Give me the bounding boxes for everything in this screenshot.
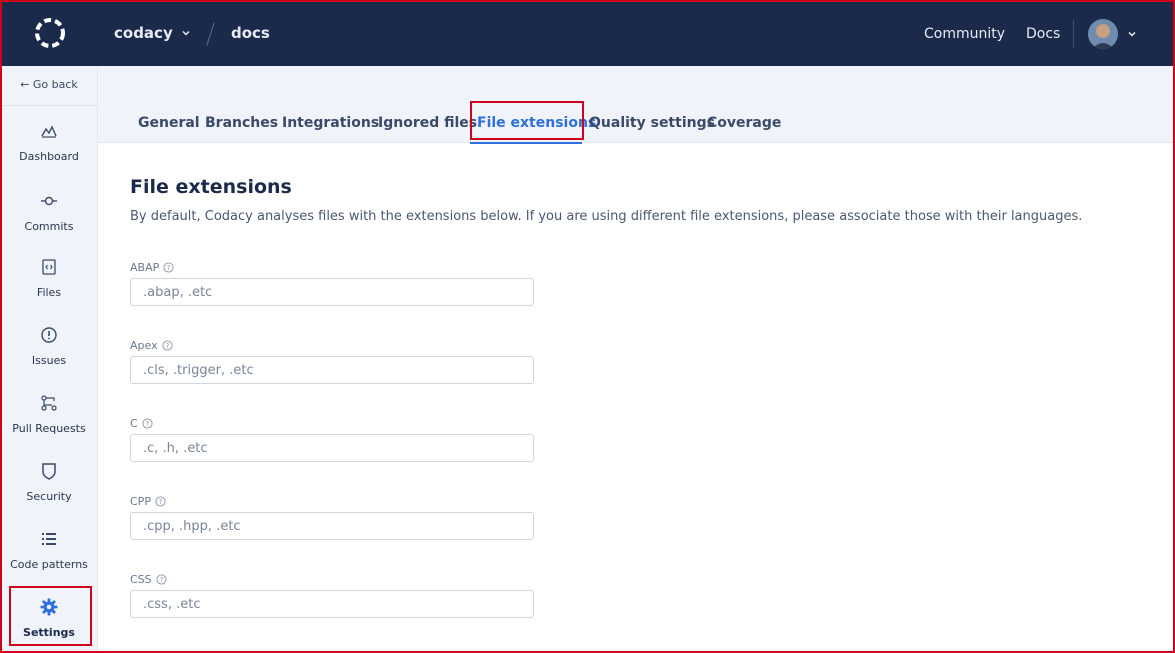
cpp-extensions-input[interactable] — [130, 512, 534, 540]
tab-coverage[interactable]: Coverage — [707, 115, 781, 131]
pull-request-icon — [41, 395, 57, 411]
sidebar: ← Go back Dashboard Commits Files Issues — [0, 66, 98, 653]
sidebar-item-security[interactable]: Security — [0, 462, 98, 522]
sidebar-item-files[interactable]: Files — [0, 258, 98, 318]
sidebar-item-settings[interactable]: Settings — [0, 598, 98, 653]
svg-text:?: ? — [167, 264, 171, 272]
css-extensions-input[interactable] — [130, 590, 534, 618]
sidebar-item-commits[interactable]: Commits — [0, 192, 98, 252]
list-icon — [42, 533, 56, 545]
user-photo-icon — [1092, 25, 1114, 49]
apex-extensions-input[interactable] — [130, 356, 534, 384]
sidebar-item-pull-requests[interactable]: Pull Requests — [0, 394, 98, 454]
page-title: File extensions — [130, 176, 292, 198]
sidebar-item-dashboard[interactable]: Dashboard — [0, 122, 98, 182]
tab-general[interactable]: General — [138, 115, 200, 131]
settings-tabs: General Branches Integrations Ignored fi… — [98, 66, 1175, 143]
svg-text:?: ? — [145, 420, 149, 428]
docs-link[interactable]: Docs — [1026, 26, 1060, 42]
sidebar-item-label: Issues — [31, 354, 67, 367]
tab-integrations[interactable]: Integrations — [282, 115, 379, 131]
help-icon[interactable]: ? — [163, 262, 174, 273]
help-icon[interactable]: ? — [156, 574, 167, 585]
field-label-apex: Apex ? — [130, 339, 173, 352]
svg-text:?: ? — [165, 342, 169, 350]
help-icon[interactable]: ? — [162, 340, 173, 351]
active-tab-indicator — [470, 142, 582, 144]
shield-icon — [42, 463, 56, 480]
field-label-css: CSS ? — [130, 573, 167, 586]
tab-ignored-files[interactable]: Ignored files — [378, 115, 477, 131]
field-label-text: CPP — [130, 495, 151, 508]
avatar[interactable] — [1088, 19, 1118, 49]
sidebar-item-label: Commits — [24, 220, 74, 233]
go-back-link[interactable]: ← Go back — [0, 66, 98, 106]
field-label-c: C ? — [130, 417, 153, 430]
repo-name[interactable]: docs — [231, 24, 270, 42]
c-extensions-input[interactable] — [130, 434, 534, 462]
sidebar-item-label: Files — [36, 286, 62, 299]
sidebar-item-code-patterns[interactable]: Code patterns — [0, 530, 98, 590]
active-tab-highlight — [470, 101, 584, 140]
tab-quality-settings[interactable]: Quality settings — [589, 115, 715, 131]
org-selector[interactable]: codacy — [114, 24, 191, 42]
alert-icon — [41, 327, 57, 343]
svg-text:?: ? — [159, 498, 163, 506]
sidebar-item-label: Security — [26, 490, 72, 503]
field-label-text: C — [130, 417, 138, 430]
help-icon[interactable]: ? — [155, 496, 166, 507]
header-divider — [1073, 20, 1074, 48]
help-icon[interactable]: ? — [142, 418, 153, 429]
chevron-down-icon — [182, 30, 190, 36]
abap-extensions-input[interactable] — [130, 278, 534, 306]
sidebar-item-label: Code patterns — [10, 558, 88, 571]
field-label-abap: ABAP ? — [130, 261, 174, 274]
sidebar-item-issues[interactable]: Issues — [0, 326, 98, 386]
page-description: By default, Codacy analyses files with t… — [130, 209, 1083, 224]
chevron-down-icon[interactable] — [1127, 29, 1137, 39]
codacy-logo-icon[interactable] — [33, 16, 67, 50]
file-icon — [42, 259, 56, 275]
breadcrumb-separator — [206, 22, 215, 46]
sidebar-item-label: Pull Requests — [12, 422, 86, 435]
tab-branches[interactable]: Branches — [205, 115, 278, 131]
field-label-text: Apex — [130, 339, 158, 352]
chart-icon — [41, 125, 57, 138]
sidebar-item-label: Settings — [23, 626, 75, 639]
commit-icon — [41, 196, 57, 206]
field-label-text: CSS — [130, 573, 152, 586]
field-label-text: ABAP — [130, 261, 160, 274]
gear-icon — [40, 598, 58, 616]
field-label-cpp: CPP ? — [130, 495, 166, 508]
community-link[interactable]: Community — [924, 26, 1005, 42]
sidebar-item-label: Dashboard — [19, 150, 79, 163]
svg-text:?: ? — [159, 576, 163, 584]
top-navbar: codacy docs Community Docs — [0, 0, 1175, 66]
org-name: codacy — [114, 24, 173, 42]
